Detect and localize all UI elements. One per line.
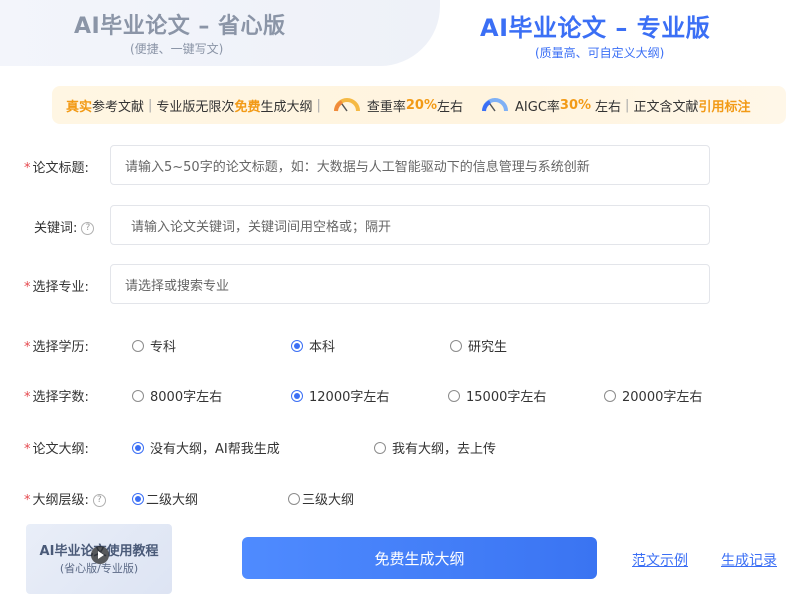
- help-icon[interactable]: ?: [81, 222, 95, 235]
- banner-duplicate-value: 20%: [405, 97, 437, 113]
- level-option-two[interactable]: 二级大纲: [132, 489, 198, 508]
- radio-dot: [132, 339, 144, 352]
- banner-text-duplicate: 查重率: [366, 99, 406, 115]
- radio-dot-selected: [132, 441, 144, 454]
- radio-dot-selected: [291, 389, 303, 402]
- title-label: * 论文标题:: [24, 157, 89, 176]
- tutorial-subtitle: (省心版/专业版): [59, 562, 139, 575]
- keywords-label-text: 关键词:: [34, 221, 78, 236]
- outline-label-text: 论文大纲:: [32, 442, 89, 457]
- banner-text-body: 正文含文献: [633, 99, 699, 115]
- words-option-label: 20000字左右: [622, 390, 703, 405]
- major-select[interactable]: 请选择或搜索专业: [110, 264, 710, 304]
- gauge-icon: [482, 98, 509, 112]
- tab-pro-title: AI毕业论文 – 专业版: [480, 14, 711, 42]
- required-mark: *: [24, 442, 31, 457]
- banner-highlight-real: 真实: [66, 99, 93, 115]
- degree-option-label: 本科: [309, 340, 336, 355]
- degree-option-label: 研究生: [468, 340, 508, 355]
- words-option-label: 8000字左右: [150, 390, 223, 405]
- banner-duplicate-suffix: 左右: [437, 99, 464, 115]
- level-option-label: 二级大纲: [146, 493, 199, 508]
- degree-label: * 选择学历:: [24, 336, 89, 355]
- banner-text-outline: 生成大纲: [260, 99, 313, 115]
- banner-separator: |: [316, 97, 321, 113]
- major-placeholder: 请选择或搜索专业: [125, 278, 230, 294]
- tab-basic-subtitle: (便捷、一键写文): [130, 42, 224, 56]
- level-option-three[interactable]: 三级大纲: [288, 489, 354, 508]
- sample-papers-link[interactable]: 范文示例: [632, 550, 688, 570]
- words-option-12000[interactable]: 12000字左右: [291, 386, 389, 405]
- tab-pro-subtitle: (质量高、可自定义大纲): [535, 46, 665, 60]
- radio-dot-selected: [291, 339, 303, 352]
- degree-label-text: 选择学历:: [32, 340, 89, 355]
- banner-highlight-citation: 引用标注: [698, 99, 751, 115]
- degree-option-label: 专科: [150, 340, 177, 355]
- words-label: * 选择字数:: [24, 386, 89, 405]
- outline-option-label: 没有大纲，AI帮我生成: [150, 442, 280, 457]
- degree-option-bachelor[interactable]: 本科: [291, 336, 335, 355]
- radio-dot-selected: [132, 492, 144, 505]
- outline-label: * 论文大纲:: [24, 438, 89, 457]
- keywords-input[interactable]: 请输入论文关键词，关键词间用空格或；隔开: [110, 205, 710, 245]
- radio-dot: [448, 389, 460, 402]
- keywords-label: 关键词:?: [34, 217, 95, 236]
- radio-dot: [450, 339, 462, 352]
- gauge-icon: [333, 98, 360, 112]
- major-label-text: 选择专业:: [32, 280, 89, 295]
- major-label: * 选择专业:: [24, 276, 89, 295]
- degree-option-associate[interactable]: 专科: [132, 336, 176, 355]
- tab-basic-edition[interactable]: AI毕业论文 – 省心版 (便捷、一键写文): [0, 0, 440, 66]
- banner-text-pro: 专业版无限次: [156, 99, 235, 115]
- level-option-label: 三级大纲: [302, 493, 355, 508]
- title-label-text: 论文标题:: [32, 161, 89, 176]
- radio-dot: [288, 492, 300, 505]
- radio-dot: [604, 389, 616, 402]
- page: AI毕业论文 – 省心版 (便捷、一键写文) AI毕业论文 – 专业版 (质量高…: [0, 0, 800, 598]
- words-option-label: 12000字左右: [309, 390, 390, 405]
- banner-text-references: 参考文献: [92, 99, 145, 115]
- banner-aigc-value: 30%: [559, 97, 592, 113]
- radio-dot: [374, 441, 386, 454]
- words-option-8000[interactable]: 8000字左右: [132, 386, 222, 405]
- level-label-text: 大纲层级:: [32, 493, 89, 508]
- banner-highlight-free: 免费: [234, 99, 261, 115]
- title-placeholder: 请输入5~50字的论文标题，如：大数据与人工智能驱动下的信息管理与系统创新: [125, 159, 590, 175]
- help-icon[interactable]: ?: [92, 494, 106, 507]
- banner-separator: |: [625, 97, 630, 113]
- required-mark: *: [24, 280, 31, 295]
- level-label: * 大纲层级:?: [24, 489, 106, 508]
- outline-option-upload[interactable]: 我有大纲，去上传: [374, 438, 496, 457]
- required-mark: *: [24, 340, 31, 355]
- banner-separator: |: [148, 97, 153, 113]
- outline-option-ai-generate[interactable]: 没有大纲，AI帮我生成: [132, 438, 280, 457]
- keywords-placeholder: 请输入论文关键词，关键词间用空格或；隔开: [131, 219, 392, 235]
- words-option-label: 15000字左右: [466, 390, 547, 405]
- required-mark: *: [24, 493, 31, 508]
- required-mark: *: [24, 390, 31, 405]
- tab-basic-title: AI毕业论文 – 省心版: [74, 14, 286, 39]
- feature-banner: 真实 参考文献 | 专业版无限次 免费 生成大纲 | 查重率 20% 左右 AI…: [52, 86, 786, 124]
- words-option-15000[interactable]: 15000字左右: [448, 386, 546, 405]
- words-option-20000[interactable]: 20000字左右: [604, 386, 702, 405]
- required-mark: *: [24, 161, 31, 176]
- tutorial-video-thumbnail[interactable]: AI毕业论文使用教程 (省心版/专业版): [26, 524, 172, 594]
- radio-dot: [132, 389, 144, 402]
- generation-records-link[interactable]: 生成记录: [721, 550, 777, 570]
- banner-text-aigc: AIGC率: [515, 99, 560, 115]
- generate-outline-button[interactable]: 免费生成大纲: [242, 537, 597, 579]
- title-input[interactable]: 请输入5~50字的论文标题，如：大数据与人工智能驱动下的信息管理与系统创新: [110, 145, 710, 185]
- outline-option-label: 我有大纲，去上传: [392, 442, 497, 457]
- degree-option-graduate[interactable]: 研究生: [450, 336, 507, 355]
- words-label-text: 选择字数:: [32, 390, 89, 405]
- banner-aigc-suffix: 左右: [595, 99, 622, 115]
